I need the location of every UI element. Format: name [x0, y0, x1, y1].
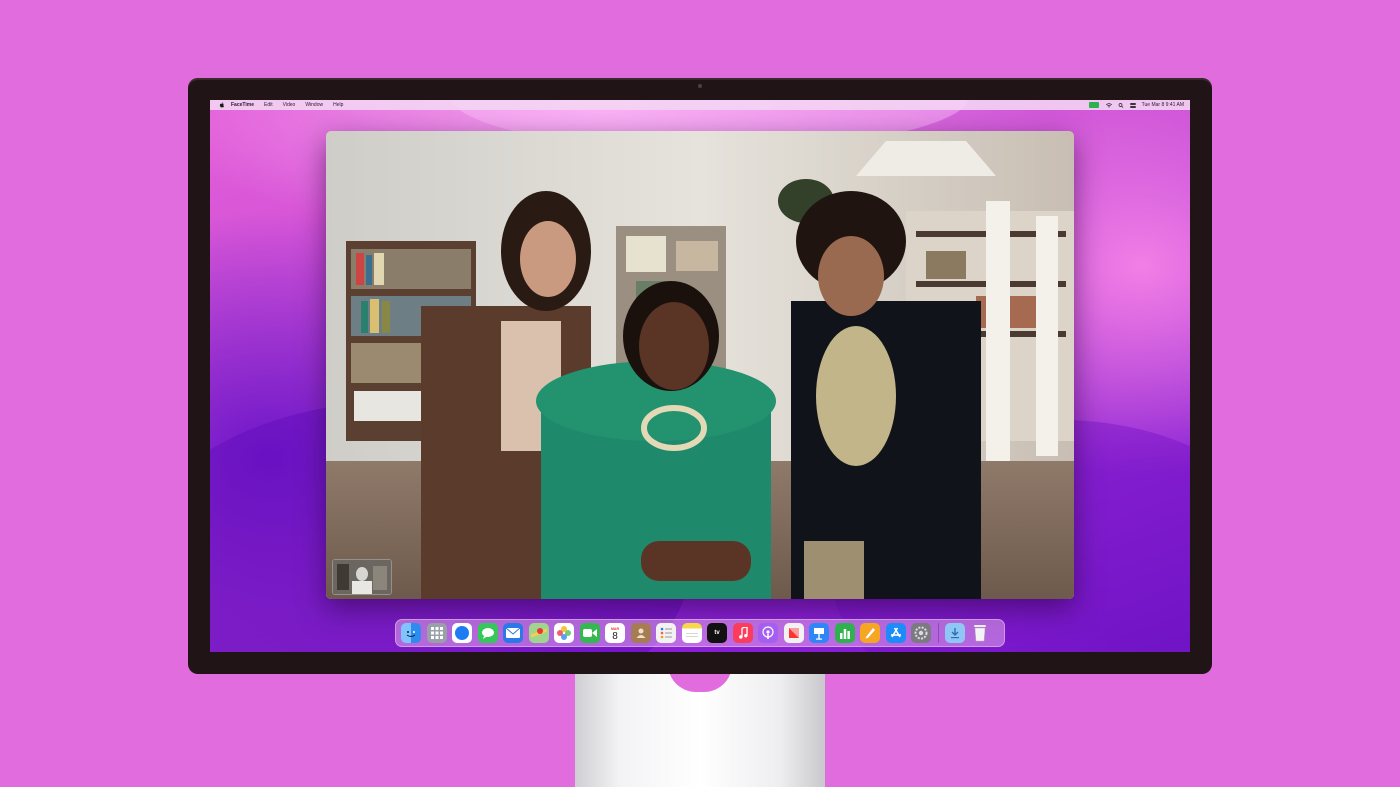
menu-video[interactable]: Video — [283, 100, 296, 110]
facetime-window[interactable] — [326, 131, 1074, 599]
menu-edit[interactable]: Edit — [264, 100, 273, 110]
facetime-status-icon[interactable] — [1088, 102, 1099, 108]
camera-dot — [698, 84, 702, 88]
facetime-app-icon[interactable] — [579, 623, 600, 643]
music-icon[interactable] — [732, 623, 753, 643]
notes-icon[interactable] — [681, 623, 702, 643]
menu-clock[interactable]: Tue Mar 8 9:41 AM — [1142, 102, 1184, 108]
downloads-folder-icon[interactable] — [944, 623, 965, 643]
tv-icon[interactable]: tv — [707, 623, 727, 643]
facetime-video-feed — [326, 131, 1074, 599]
studio-display: FaceTime Edit Video Window Help Tue Mar … — [188, 78, 1212, 674]
contacts-icon[interactable] — [630, 623, 651, 643]
pages-icon[interactable] — [860, 623, 880, 643]
search-icon[interactable] — [1118, 102, 1124, 108]
launchpad-icon[interactable] — [426, 623, 447, 643]
safari-icon[interactable] — [452, 623, 472, 643]
calendar-icon[interactable]: MAR 8 — [605, 623, 625, 643]
menu-window[interactable]: Window — [305, 100, 323, 110]
menu-bar: FaceTime Edit Video Window Help Tue Mar … — [210, 100, 1190, 110]
calendar-day: 8 — [612, 630, 618, 642]
wifi-icon[interactable] — [1105, 102, 1112, 108]
mail-icon[interactable] — [503, 623, 523, 643]
news-icon[interactable] — [783, 623, 804, 643]
dock-divider — [937, 623, 939, 643]
menu-extras: Tue Mar 8 9:41 AM — [1088, 102, 1184, 108]
system-preferences-icon[interactable] — [911, 623, 931, 643]
menu-app-name[interactable]: FaceTime — [231, 100, 254, 110]
app-store-icon[interactable] — [885, 623, 906, 643]
control-center-icon[interactable] — [1129, 102, 1136, 108]
trash-icon[interactable] — [970, 623, 990, 643]
maps-icon[interactable] — [528, 623, 549, 643]
reminders-icon[interactable] — [656, 623, 676, 643]
dock: MAR 8 tv — [395, 619, 1005, 647]
keynote-icon[interactable] — [809, 623, 829, 643]
self-view-thumbnail[interactable] — [332, 559, 392, 595]
numbers-icon[interactable] — [834, 623, 855, 643]
podcasts-icon[interactable] — [758, 623, 778, 643]
apple-menu-icon[interactable] — [219, 102, 225, 108]
photos-icon[interactable] — [554, 623, 574, 643]
tv-label: tv — [714, 630, 720, 636]
messages-icon[interactable] — [477, 623, 498, 643]
menu-help[interactable]: Help — [333, 100, 343, 110]
desktop-screen: FaceTime Edit Video Window Help Tue Mar … — [210, 100, 1190, 652]
finder-icon[interactable] — [401, 623, 421, 643]
